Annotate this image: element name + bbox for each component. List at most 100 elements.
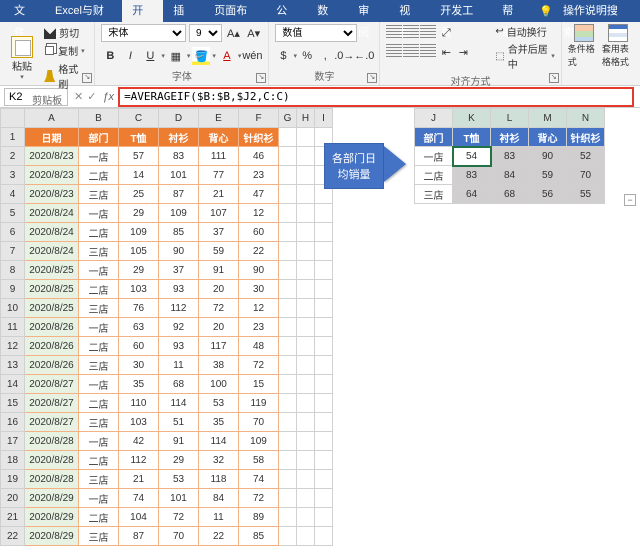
cell[interactable]: 72 bbox=[159, 508, 199, 527]
cell[interactable]: 2020/8/28 bbox=[25, 432, 79, 451]
cell[interactable]: 103 bbox=[119, 413, 159, 432]
worksheet[interactable]: A B C D E F G H I 1 日期 部门 T恤 衬衫 背心 针织衫 2… bbox=[0, 108, 640, 552]
cell[interactable]: 70 bbox=[239, 413, 279, 432]
row-header[interactable]: 14 bbox=[1, 375, 25, 394]
row-header[interactable]: 13 bbox=[1, 356, 25, 375]
cell[interactable]: 112 bbox=[159, 299, 199, 318]
tab-view[interactable]: 视图 bbox=[389, 0, 430, 22]
tab-developer[interactable]: 开发工具 bbox=[430, 0, 492, 22]
cell[interactable]: 109 bbox=[239, 432, 279, 451]
cell[interactable]: 日期 bbox=[25, 128, 79, 147]
cell[interactable]: 83 bbox=[159, 147, 199, 166]
comma-button[interactable]: , bbox=[317, 47, 333, 65]
row-header[interactable]: 3 bbox=[1, 166, 25, 185]
cell[interactable]: 2020/8/28 bbox=[25, 451, 79, 470]
cell[interactable]: 58 bbox=[239, 451, 279, 470]
align-top-button[interactable] bbox=[386, 24, 402, 38]
cell[interactable]: 42 bbox=[119, 432, 159, 451]
cell[interactable]: 72 bbox=[199, 299, 239, 318]
row-header[interactable]: 18 bbox=[1, 451, 25, 470]
col-header[interactable]: N bbox=[567, 109, 605, 128]
cell[interactable]: 63 bbox=[119, 318, 159, 337]
cell[interactable]: 11 bbox=[159, 356, 199, 375]
cell[interactable]: 84 bbox=[491, 166, 529, 185]
row-header[interactable]: 17 bbox=[1, 432, 25, 451]
row-header[interactable]: 12 bbox=[1, 337, 25, 356]
cell[interactable]: 84 bbox=[199, 489, 239, 508]
cell[interactable]: 72 bbox=[239, 356, 279, 375]
collapse-button[interactable]: − bbox=[624, 194, 636, 206]
cell[interactable]: 93 bbox=[159, 337, 199, 356]
cell[interactable]: 59 bbox=[199, 242, 239, 261]
cell[interactable]: 三店 bbox=[415, 185, 453, 204]
increase-indent-button[interactable]: ⇥ bbox=[454, 43, 472, 61]
cell[interactable]: 74 bbox=[119, 489, 159, 508]
cell[interactable]: 2020/8/26 bbox=[25, 337, 79, 356]
cell[interactable]: 110 bbox=[119, 394, 159, 413]
cell[interactable]: 93 bbox=[159, 280, 199, 299]
cell[interactable]: 部门 bbox=[415, 128, 453, 147]
col-header[interactable]: D bbox=[159, 109, 199, 128]
cell[interactable]: 114 bbox=[199, 432, 239, 451]
col-header[interactable]: K bbox=[453, 109, 491, 128]
tab-review[interactable]: 审阅 bbox=[348, 0, 389, 22]
cell[interactable]: 12 bbox=[239, 204, 279, 223]
cell[interactable]: 一店 bbox=[79, 147, 119, 166]
tell-me-search[interactable]: 操作说明搜索 bbox=[553, 0, 636, 22]
cell[interactable]: 三店 bbox=[79, 470, 119, 489]
cell[interactable]: 60 bbox=[119, 337, 159, 356]
decrease-decimal-button[interactable]: ←.0 bbox=[355, 47, 373, 65]
cell[interactable]: 118 bbox=[199, 470, 239, 489]
cell[interactable]: 23 bbox=[239, 318, 279, 337]
select-all-corner[interactable] bbox=[1, 109, 25, 128]
active-cell[interactable]: 54 bbox=[453, 147, 491, 166]
cell[interactable]: 70 bbox=[159, 527, 199, 546]
cell[interactable]: 70 bbox=[567, 166, 605, 185]
cell[interactable]: 2020/8/24 bbox=[25, 223, 79, 242]
cell[interactable]: 一店 bbox=[79, 261, 119, 280]
cell[interactable]: 119 bbox=[239, 394, 279, 413]
cell[interactable]: 针织衫 bbox=[239, 128, 279, 147]
row-header[interactable]: 6 bbox=[1, 223, 25, 242]
cell[interactable]: 2020/8/26 bbox=[25, 318, 79, 337]
conditional-format-button[interactable]: 条件格式 bbox=[568, 24, 600, 68]
cell[interactable]: 46 bbox=[239, 147, 279, 166]
border-button[interactable]: ▦ bbox=[167, 47, 185, 65]
cell[interactable]: 111 bbox=[199, 147, 239, 166]
cell[interactable]: 背心 bbox=[529, 128, 567, 147]
cell[interactable]: 112 bbox=[119, 451, 159, 470]
cell[interactable]: 一店 bbox=[79, 489, 119, 508]
cell[interactable]: 2020/8/25 bbox=[25, 261, 79, 280]
cell[interactable]: 2020/8/27 bbox=[25, 375, 79, 394]
cell[interactable]: 三店 bbox=[79, 356, 119, 375]
cell[interactable]: 52 bbox=[567, 147, 605, 166]
cell[interactable]: 三店 bbox=[79, 527, 119, 546]
cell[interactable]: 47 bbox=[239, 185, 279, 204]
row-header[interactable]: 5 bbox=[1, 204, 25, 223]
cell[interactable]: 109 bbox=[119, 223, 159, 242]
cell[interactable]: 29 bbox=[119, 204, 159, 223]
font-launcher[interactable]: ↘ bbox=[256, 73, 266, 83]
currency-button[interactable]: $ bbox=[275, 47, 291, 65]
tab-layout[interactable]: 页面布局 bbox=[204, 0, 266, 22]
cell[interactable]: 三店 bbox=[79, 413, 119, 432]
cell[interactable]: 90 bbox=[239, 261, 279, 280]
wrap-text-button[interactable]: ↩自动换行 bbox=[495, 24, 554, 39]
percent-button[interactable]: % bbox=[299, 47, 315, 65]
increase-font-button[interactable]: A▴ bbox=[225, 24, 242, 42]
italic-button[interactable]: I bbox=[121, 47, 139, 65]
font-size-select[interactable]: 9 bbox=[189, 24, 222, 42]
cell[interactable]: 2020/8/24 bbox=[25, 204, 79, 223]
tab-file[interactable]: 文件 bbox=[4, 0, 45, 22]
cell[interactable]: 2020/8/27 bbox=[25, 413, 79, 432]
cell[interactable]: 衬衫 bbox=[491, 128, 529, 147]
cell[interactable]: 2020/8/24 bbox=[25, 242, 79, 261]
align-center-button[interactable] bbox=[403, 43, 419, 57]
row-header[interactable]: 9 bbox=[1, 280, 25, 299]
align-left-button[interactable] bbox=[386, 43, 402, 57]
row-header[interactable]: 7 bbox=[1, 242, 25, 261]
col-header[interactable]: J bbox=[415, 109, 453, 128]
align-middle-button[interactable] bbox=[403, 24, 419, 38]
cell[interactable]: 15 bbox=[239, 375, 279, 394]
cell[interactable]: 83 bbox=[491, 147, 529, 166]
